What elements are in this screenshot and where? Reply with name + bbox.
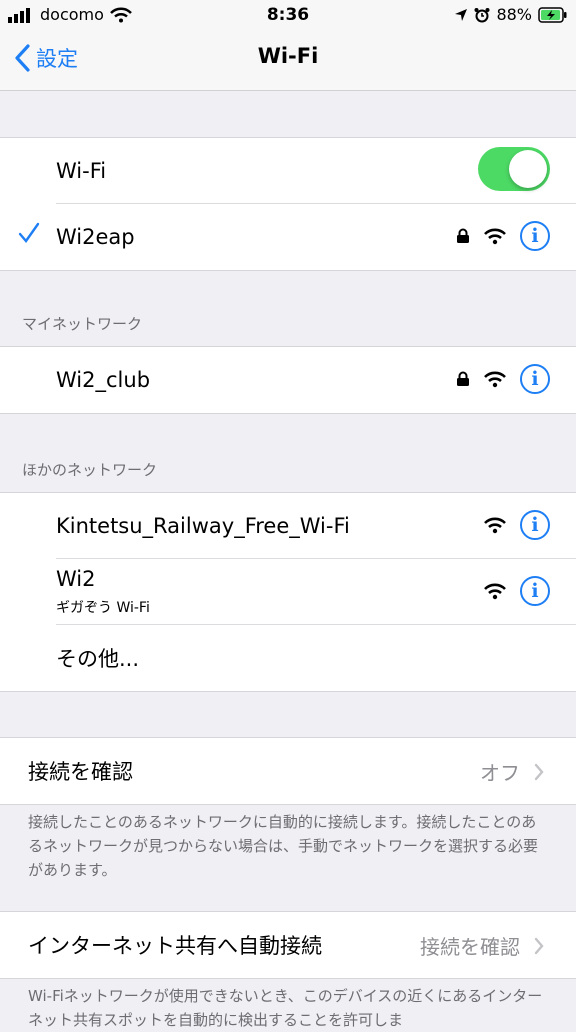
network-subtitle: ギガぞう Wi-Fi [56,600,150,616]
lock-icon [457,371,469,386]
chevron-right-icon [534,763,544,780]
hotspot-value-wrap: 接続を確認 [420,931,544,960]
battery-percentage: 88% [496,5,532,24]
battery-charging-icon [538,6,567,23]
navigation-bar: 設定 Wi-Fi [0,30,576,91]
info-button[interactable]: i [520,510,550,540]
other-networks-group: Kintetsu_Railway_Free_Wi-Fi i Wi2 ギガぞう W… [0,492,576,692]
page-title: Wi-Fi [257,44,319,68]
hotspot-value: 接続を確認 [420,935,520,959]
wifi-strength-icon [484,583,506,600]
ask-join-footer: 接続したことのあるネットワークに自動的に接続します。接続したことのあるネットワー… [28,813,539,879]
toggle-knob [509,150,547,188]
alarm-icon [474,7,490,22]
network-icons: i [484,510,550,540]
ask-join-value: オフ [480,761,520,785]
wifi-toggle[interactable] [478,147,550,191]
ask-join-group: 接続を確認 オフ [0,737,576,805]
chevron-right-icon [534,937,544,954]
location-arrow-icon [455,8,468,21]
network-icons: i [456,364,550,394]
ask-join-value-wrap: オフ [480,757,544,786]
status-right: 88% [454,5,568,24]
network-name: Wi2 [56,567,96,591]
info-button[interactable]: i [520,221,550,251]
checkmark-icon [18,222,40,243]
network-name: Kintetsu_Railway_Free_Wi-Fi [56,514,350,538]
wifi-group: Wi-Fi Wi2eap i [0,137,576,271]
connected-network-name: Wi2eap [56,225,135,249]
info-button[interactable]: i [520,576,550,606]
connected-network-row[interactable]: Wi2eap i [0,204,576,270]
info-button[interactable]: i [520,364,550,394]
other-networks-header: ほかのネットワーク [22,461,158,479]
ask-join-label: 接続を確認 [28,760,133,784]
ask-join-row[interactable]: 接続を確認 オフ [0,738,576,804]
my-networks-group: Wi2_club i [0,346,576,414]
lock-icon [457,228,469,243]
wifi-strength-icon [484,371,506,388]
wifi-toggle-label: Wi-Fi [56,159,107,183]
my-networks-header: マイネットワーク [22,315,143,333]
hotspot-label: インターネット共有へ自動接続 [28,934,322,958]
network-row-wi2-club[interactable]: Wi2_club i [0,347,576,413]
wifi-strength-icon [484,517,506,534]
wifi-toggle-row: Wi-Fi [0,138,576,204]
wifi-strength-icon [484,228,506,245]
hotspot-group: インターネット共有へ自動接続 接続を確認 [0,911,576,979]
hotspot-row[interactable]: インターネット共有へ自動接続 接続を確認 [0,912,576,978]
network-name: Wi2_club [56,368,151,392]
network-row-wi2[interactable]: Wi2 ギガぞう Wi-Fi i [0,559,576,625]
status-bar: docomo 8:36 88% [0,0,576,30]
other-network-row[interactable]: その他... [0,625,576,691]
other-network-label: その他... [56,647,140,671]
network-icons: i [456,221,550,251]
network-icons: i [484,576,550,606]
network-row-kintetsu[interactable]: Kintetsu_Railway_Free_Wi-Fi i [0,493,576,559]
hotspot-footer: Wi-Fiネットワークが使用できないとき、このデバイスの近くにあるインターネット… [28,987,543,1029]
